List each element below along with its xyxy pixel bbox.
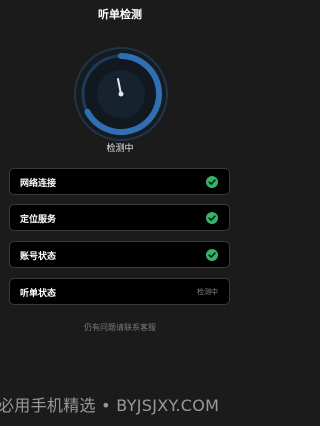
watermark: 必用手机精选 • BYJSJXY.COM (0, 396, 220, 415)
check-icon (206, 212, 218, 224)
page-title: 听单检测 (98, 8, 142, 21)
check-item-order-listening: 听单状态 检测中 (9, 278, 230, 305)
check-label: 账号状态 (20, 252, 57, 262)
check-item-network: 网络连接 (9, 168, 230, 195)
gauge-status: 检测中 (106, 144, 134, 154)
check-label: 定位服务 (20, 215, 57, 225)
check-icon (206, 249, 218, 261)
detection-gauge (74, 47, 168, 141)
check-label: 听单状态 (20, 289, 57, 299)
contact-support-link[interactable]: 仍有问题请联系客服 (0, 322, 240, 333)
page: 听单检测 检测中 网络连接 定位服务 账号状态 听单状态 检测中 仍有问题请联系… (0, 0, 240, 426)
check-state-text: 检测中 (197, 288, 218, 296)
gauge-pivot (118, 91, 124, 97)
check-item-account: 账号状态 (9, 241, 230, 268)
check-label: 网络连接 (20, 179, 57, 189)
check-icon (206, 176, 218, 188)
check-item-location: 定位服务 (9, 204, 230, 231)
